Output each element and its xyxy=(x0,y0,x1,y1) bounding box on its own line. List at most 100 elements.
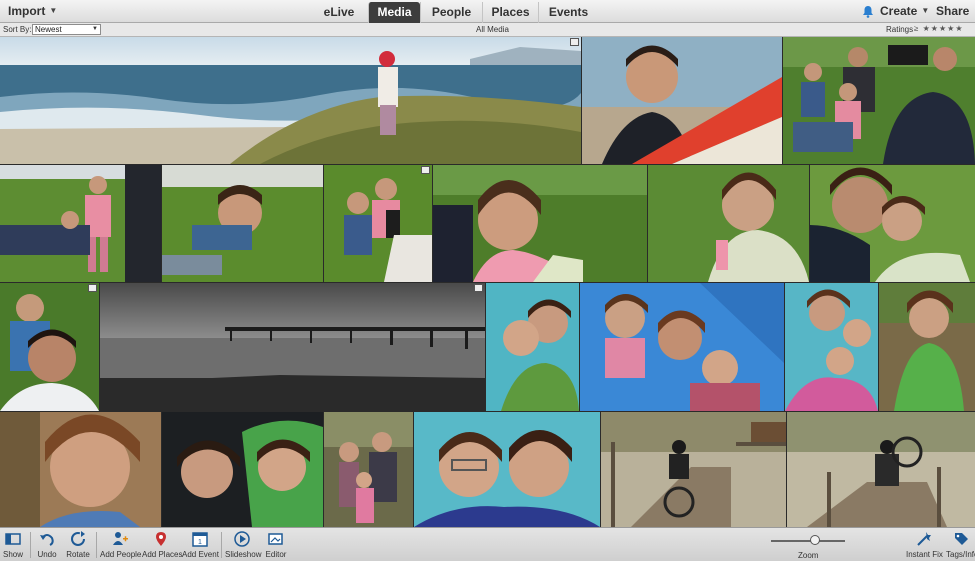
chevron-down-icon: ▼ xyxy=(92,26,98,32)
boy-lying-grass-photo xyxy=(162,165,323,282)
bottom-toolbar: Show Undo Rotate Add People Add Places 1… xyxy=(0,527,975,561)
caret-down-icon: ▼ xyxy=(921,6,930,15)
tags-info-button[interactable]: Tags/Info xyxy=(946,530,975,559)
add-event-button[interactable]: 1 Add Event xyxy=(182,530,219,559)
girl-closeup-photo xyxy=(0,412,161,527)
two-girls-tent-photo xyxy=(414,412,600,527)
media-thumbnail[interactable] xyxy=(414,412,600,527)
undo-button[interactable]: Undo xyxy=(36,530,58,559)
media-thumbnail[interactable] xyxy=(810,165,975,282)
media-thumbnail[interactable] xyxy=(0,37,581,164)
sort-by-select[interactable]: Newest ▼ xyxy=(32,24,101,35)
media-thumbnail[interactable] xyxy=(486,283,579,411)
add-places-label: Add Places xyxy=(142,550,183,559)
girl-portrait-photo xyxy=(433,165,647,282)
media-thumbnail[interactable] xyxy=(601,412,786,527)
zoom-slider-handle[interactable] xyxy=(810,535,821,545)
biker-stairs-photo xyxy=(601,412,786,527)
elements-organizer-window: Import ▼ eLive Media People Places Events… xyxy=(0,0,975,561)
share-label: Share xyxy=(936,4,970,18)
toolbar-divider xyxy=(221,532,222,558)
editor-label: Editor xyxy=(265,550,287,559)
tab-events[interactable]: Events xyxy=(538,2,598,23)
undo-icon xyxy=(40,534,54,546)
tab-media[interactable]: Media xyxy=(368,2,420,23)
media-grid xyxy=(0,37,975,527)
edit-badge-icon xyxy=(474,284,483,292)
media-thumbnail[interactable] xyxy=(0,283,99,411)
sort-by-label: Sort By: xyxy=(3,25,32,34)
media-thumbnail[interactable] xyxy=(879,283,975,411)
zoom-slider-track[interactable] xyxy=(771,540,845,542)
slideshow-label: Slideshow xyxy=(225,550,262,559)
toolbar-divider xyxy=(30,532,31,558)
caret-down-icon: ▼ xyxy=(49,6,58,15)
tab-people[interactable]: People xyxy=(420,2,482,23)
slideshow-button[interactable]: Slideshow xyxy=(225,530,262,559)
media-thumbnail[interactable] xyxy=(787,412,975,527)
editor-icon xyxy=(268,533,283,545)
panel-toggle-icon xyxy=(5,533,21,545)
sort-by-value: Newest xyxy=(35,25,62,34)
share-button[interactable]: Share xyxy=(936,4,969,18)
rotate-icon xyxy=(71,531,85,546)
add-people-label: Add People xyxy=(100,550,142,559)
ratings-comparator: ≥ xyxy=(914,24,920,33)
rotate-label: Rotate xyxy=(66,550,90,559)
girl-green-coat-photo xyxy=(879,283,975,411)
edit-badge-icon xyxy=(570,38,579,46)
editor-button[interactable]: Editor xyxy=(263,530,289,559)
family-forest-photo xyxy=(324,412,413,527)
tab-places[interactable]: Places xyxy=(482,2,538,23)
tag-icon xyxy=(954,533,968,545)
create-button[interactable]: Create ▼ xyxy=(880,4,929,18)
media-thumbnail[interactable] xyxy=(0,412,161,527)
girl-blanket-photo xyxy=(648,165,809,282)
media-thumbnail[interactable] xyxy=(100,283,485,411)
instant-fix-label: Instant Fix xyxy=(906,550,943,559)
media-thumbnail[interactable] xyxy=(785,283,878,411)
instant-fix-button[interactable]: Instant Fix xyxy=(906,530,943,559)
family-photo xyxy=(783,37,975,164)
media-thumbnail[interactable] xyxy=(648,165,809,282)
media-thumbnail[interactable] xyxy=(162,412,323,527)
pier-photo xyxy=(100,283,485,411)
import-label: Import xyxy=(8,4,46,18)
view-title: All Media xyxy=(476,25,509,34)
sleeping-bag-photo xyxy=(162,412,323,527)
add-people-button[interactable]: Add People xyxy=(100,530,142,559)
play-icon xyxy=(234,531,250,547)
show-label: Show xyxy=(2,550,23,559)
media-thumbnail[interactable] xyxy=(324,165,432,282)
media-thumbnail[interactable] xyxy=(582,37,782,164)
map-pin-icon xyxy=(156,532,166,546)
tab-elive[interactable]: eLive xyxy=(310,2,368,23)
show-panel-button[interactable]: Show xyxy=(2,530,24,559)
view-tabs: eLive Media People Places Events xyxy=(310,2,598,23)
beach-photo xyxy=(0,37,581,164)
ratings-filter[interactable]: ≥ ★★★★★ xyxy=(914,24,963,33)
star-rating-icons[interactable]: ★★★★★ xyxy=(923,24,964,33)
edit-badge-icon xyxy=(421,166,430,174)
rotate-button[interactable]: Rotate xyxy=(65,530,91,559)
sort-bar: Sort By: Newest ▼ All Media Ratings ≥ ★★… xyxy=(0,23,975,37)
kids-phone-photo xyxy=(324,165,432,282)
toolbar-divider xyxy=(96,532,97,558)
girl-surfboard-photo xyxy=(582,37,782,164)
media-thumbnail[interactable] xyxy=(324,412,413,527)
edit-badge-icon xyxy=(88,284,97,292)
media-thumbnail[interactable] xyxy=(433,165,647,282)
calendar-icon: 1 xyxy=(192,532,208,547)
media-thumbnail[interactable] xyxy=(580,283,784,411)
create-label: Create xyxy=(880,4,918,18)
media-thumbnail[interactable] xyxy=(0,165,161,282)
media-thumbnail[interactable] xyxy=(783,37,975,164)
ratings-label: Ratings xyxy=(886,25,914,34)
bell-icon[interactable] xyxy=(862,5,874,18)
add-event-label: Add Event xyxy=(182,550,219,559)
tent-mother-daughter-photo xyxy=(486,283,579,411)
media-thumbnail[interactable] xyxy=(162,165,323,282)
svg-text:1: 1 xyxy=(198,539,202,546)
import-button[interactable]: Import ▼ xyxy=(8,4,57,18)
add-places-button[interactable]: Add Places xyxy=(142,530,183,559)
